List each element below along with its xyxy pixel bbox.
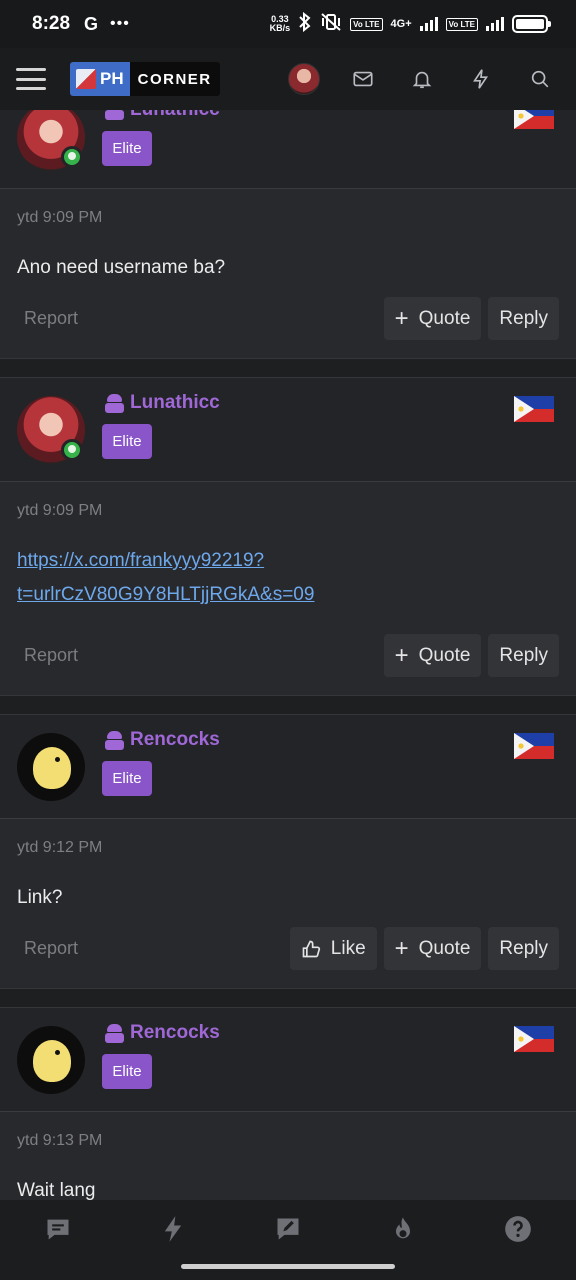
logo[interactable]: PH CORNER: [70, 62, 220, 96]
logo-ph-text: PH: [100, 69, 124, 88]
thumbs-up-icon: [302, 940, 320, 957]
quote-button[interactable]: + Quote: [383, 634, 482, 677]
spy-icon: [105, 730, 124, 750]
post-header: Rencocks Elite: [0, 1008, 576, 1112]
user-badge: Elite: [102, 761, 152, 796]
reply-button[interactable]: Reply: [488, 927, 559, 970]
spy-icon: [105, 393, 124, 413]
reply-button[interactable]: Reply: [488, 634, 559, 677]
online-status-icon: [61, 439, 83, 461]
post-link[interactable]: https://x.com/frankyyy92219? t=urlrCzV80G…: [17, 550, 314, 605]
bolt-icon[interactable]: [153, 1214, 193, 1244]
menu-icon[interactable]: [16, 68, 46, 90]
philippines-flag-icon: [514, 1026, 554, 1052]
post-timestamp[interactable]: ytd 9:09 PM: [17, 502, 559, 520]
username-link[interactable]: Lunathicc: [105, 392, 220, 414]
battery-icon: [512, 15, 551, 33]
status-bar: 8:28 G ••• 0.33 KB/s Vo LTE 4G+ Vo LTE: [0, 0, 576, 48]
plus-icon: +: [394, 304, 409, 332]
search-icon[interactable]: [523, 63, 556, 96]
vibrate-off-icon: [320, 12, 342, 37]
chat-icon[interactable]: [38, 1214, 78, 1244]
logo-cube-icon: [76, 69, 96, 89]
network-type: 4G+: [390, 18, 412, 30]
username-link[interactable]: Rencocks: [105, 729, 220, 751]
mail-icon[interactable]: [346, 63, 379, 96]
user-badge: Elite: [102, 424, 152, 459]
avatar[interactable]: [17, 1026, 85, 1094]
logo-corner-text: CORNER: [129, 62, 220, 96]
quote-button[interactable]: + Quote: [383, 927, 482, 970]
plus-icon: +: [394, 934, 409, 962]
status-time: 8:28: [32, 13, 71, 34]
post-message: Ano need username ba?: [17, 257, 226, 278]
volte-icon: Vo LTE: [350, 17, 383, 31]
post-header: Lunathicc Elite: [0, 378, 576, 482]
network-speed: 0.33 KB/s: [269, 14, 291, 33]
plus-icon: +: [394, 641, 409, 669]
compose-icon[interactable]: [268, 1214, 308, 1244]
volte-icon-2: Vo LTE: [445, 17, 478, 31]
bluetooth-icon: [298, 11, 312, 37]
post-message: https://x.com/frankyyy92219? t=urlrCzV80G…: [17, 544, 559, 612]
help-icon[interactable]: [498, 1214, 538, 1244]
post: Lunathicc Elite ytd 9:09 PM https://x.co…: [0, 377, 576, 696]
more-notifications-icon: •••: [110, 15, 130, 32]
philippines-flag-icon: [514, 733, 554, 759]
bell-icon[interactable]: [405, 63, 438, 96]
signal-icon: [419, 17, 438, 31]
post-feed: Lunathicc Elite ytd 9:09 PM Ano need use…: [0, 84, 576, 1209]
google-icon: G: [84, 13, 99, 34]
quote-button[interactable]: + Quote: [383, 297, 482, 340]
username-link[interactable]: Rencocks: [105, 1022, 220, 1044]
online-status-icon: [61, 146, 83, 168]
account-avatar[interactable]: [288, 63, 320, 95]
post-timestamp[interactable]: ytd 9:09 PM: [17, 209, 559, 227]
user-badge: Elite: [102, 1054, 152, 1089]
avatar[interactable]: [17, 733, 85, 801]
gesture-bar[interactable]: [181, 1264, 395, 1269]
app-header: PH CORNER: [0, 48, 576, 110]
philippines-flag-icon: [514, 396, 554, 422]
bolt-icon[interactable]: [464, 63, 497, 96]
report-link[interactable]: Report: [24, 645, 78, 666]
post-timestamp[interactable]: ytd 9:13 PM: [17, 1132, 559, 1150]
like-button[interactable]: Like: [289, 927, 377, 970]
flame-icon[interactable]: [383, 1214, 423, 1244]
post-timestamp[interactable]: ytd 9:12 PM: [17, 839, 559, 857]
reply-button[interactable]: Reply: [488, 297, 559, 340]
report-link[interactable]: Report: [24, 308, 78, 329]
user-badge: Elite: [102, 131, 152, 166]
post: Rencocks Elite ytd 9:12 PM Link? Report …: [0, 714, 576, 989]
spy-icon: [105, 1023, 124, 1043]
post-message: Link?: [17, 887, 63, 908]
report-link[interactable]: Report: [24, 938, 78, 959]
post: Rencocks Elite ytd 9:13 PM Wait lang: [0, 1007, 576, 1209]
post: Lunathicc Elite ytd 9:09 PM Ano need use…: [0, 84, 576, 359]
post-header: Rencocks Elite: [0, 715, 576, 819]
signal-icon-2: [486, 17, 504, 31]
